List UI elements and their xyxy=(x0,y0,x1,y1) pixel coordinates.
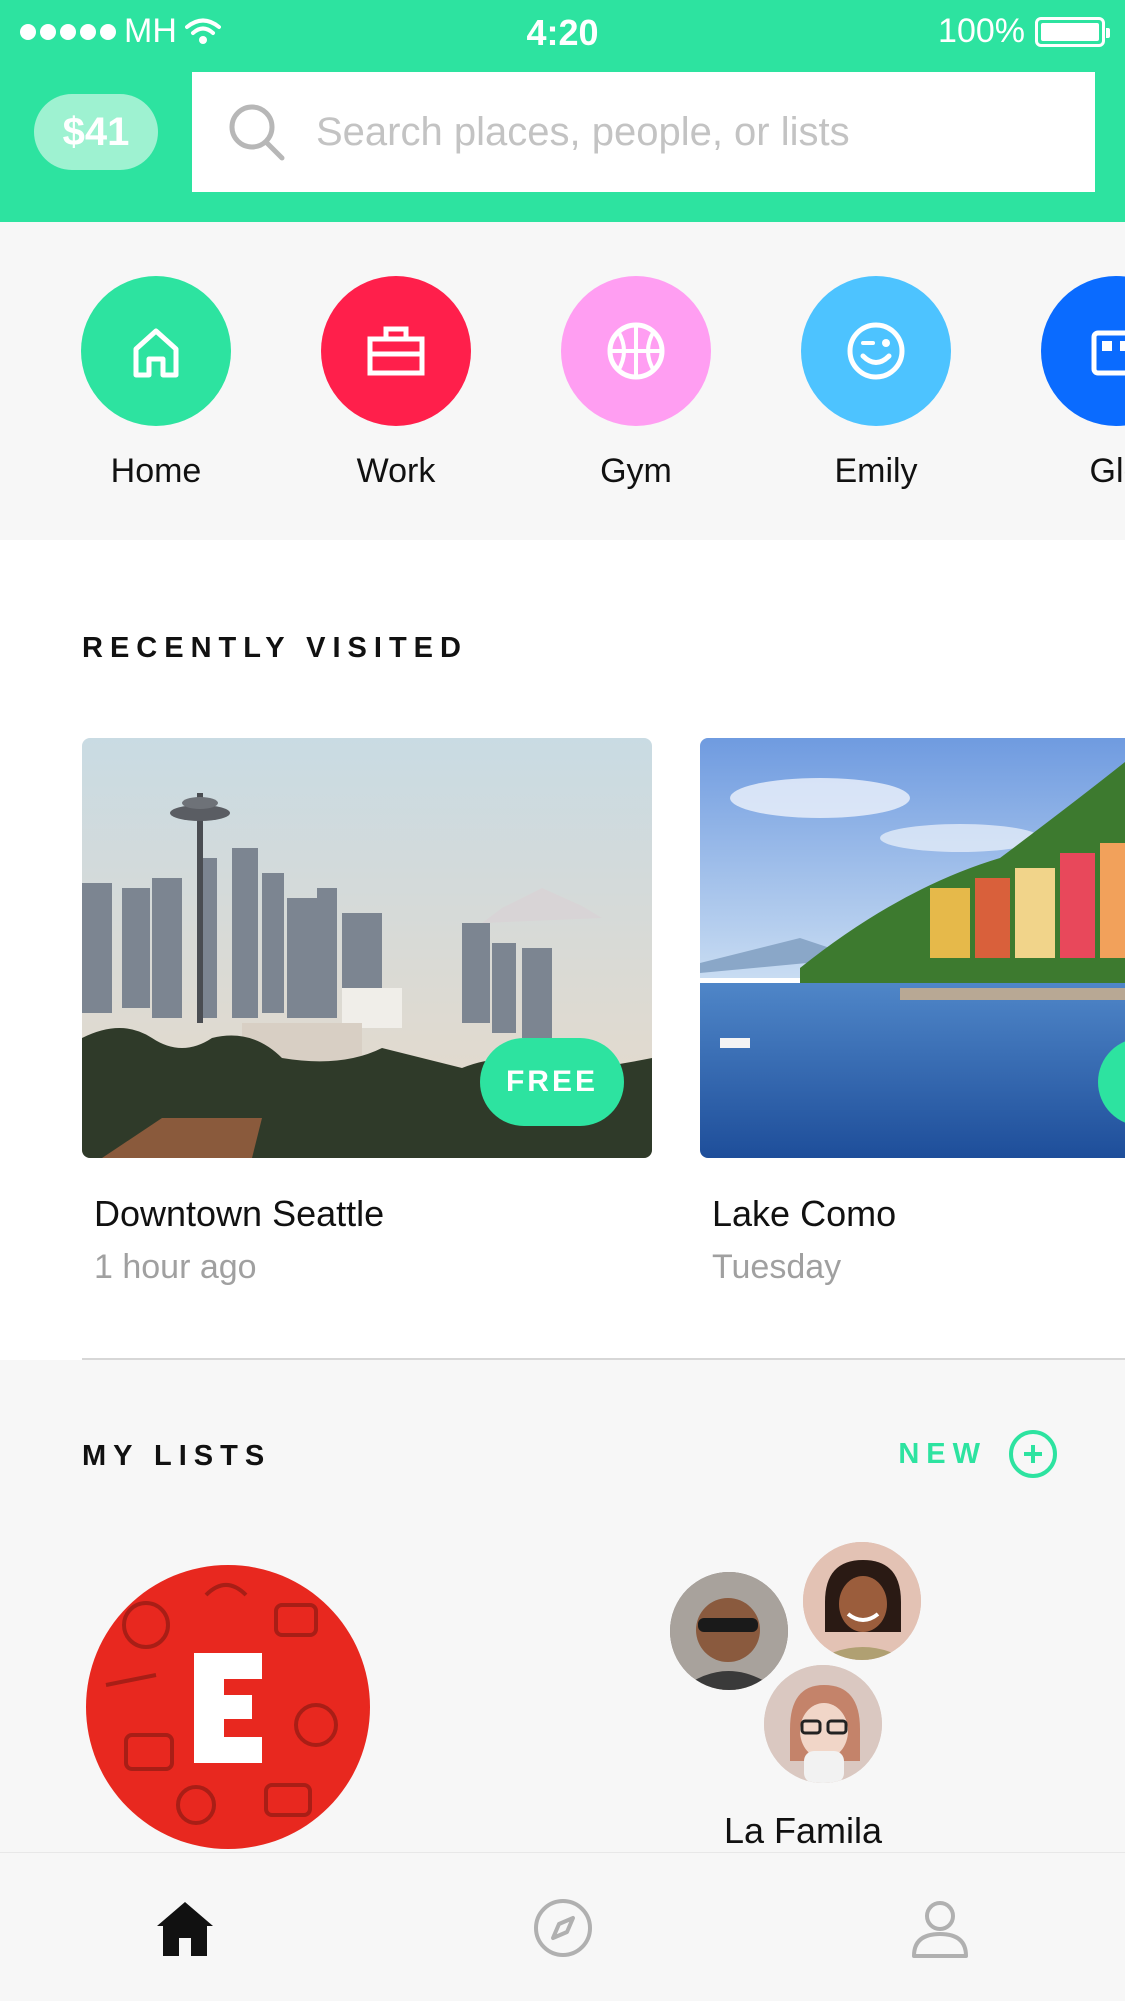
food-pattern-logo xyxy=(105,1583,338,1825)
tab-bar xyxy=(0,1852,1125,2001)
shortcut-label: Gym xyxy=(600,452,672,490)
briefcase-icon xyxy=(367,326,425,376)
shortcut-label: Home xyxy=(110,452,202,490)
shortcut-circle xyxy=(81,276,231,426)
tab-profile[interactable] xyxy=(905,1893,975,1963)
list-eater-logo[interactable] xyxy=(86,1565,370,1849)
recently-visited-section: RECENTLY VISITED FREE Downtown Seattle 1… xyxy=(0,540,1125,1360)
tab-home[interactable] xyxy=(150,1893,220,1963)
shortcut-circle xyxy=(561,276,711,426)
app-header: MH 4:20 100% $41 xyxy=(0,0,1125,222)
place-photo-lake-como xyxy=(700,738,1125,1158)
shortcut-label: Work xyxy=(356,452,436,490)
search-icon xyxy=(229,104,285,161)
visit-time: 1 hour ago xyxy=(94,1248,257,1286)
shortcut-circle xyxy=(801,276,951,426)
place-name: Lake Como xyxy=(712,1193,897,1234)
balance-badge[interactable]: $41 xyxy=(34,94,158,170)
avatar xyxy=(764,1665,882,1783)
shortcut-gle[interactable]: Gle xyxy=(1041,276,1125,491)
avatar xyxy=(803,1542,921,1660)
place-card[interactable]: Lake Como Tuesday xyxy=(700,738,1125,1286)
free-badge: FREE xyxy=(480,1038,624,1126)
new-list-button[interactable]: NEW xyxy=(898,1430,1057,1478)
my-lists-section: MY LISTS NEW La Famila xyxy=(0,1360,1125,1852)
shortcut-emily[interactable]: Emily xyxy=(801,276,951,491)
battery-icon xyxy=(1035,16,1110,47)
shortcut-work[interactable]: Work xyxy=(321,276,471,491)
shortcut-circle xyxy=(1041,276,1125,426)
lake-como-image xyxy=(700,738,1125,1158)
house-icon xyxy=(133,328,179,378)
list-name-la-famila[interactable]: La Famila xyxy=(724,1810,882,1852)
compass-icon xyxy=(534,1899,592,1957)
search-input[interactable] xyxy=(316,109,1076,155)
shortcut-gym[interactable]: Gym xyxy=(561,276,711,491)
search-bar[interactable] xyxy=(192,72,1095,192)
shortcut-label: Emily xyxy=(834,452,918,490)
visit-time: Tuesday xyxy=(712,1248,842,1286)
profile-icon xyxy=(912,1901,968,1958)
status-bar: MH 4:20 100% xyxy=(0,0,1125,64)
battery-status: 100% xyxy=(938,12,1110,51)
wink-face-icon xyxy=(847,322,905,380)
home-icon xyxy=(157,1902,213,1956)
shortcut-row: Home Work Gym Emily Gl xyxy=(0,222,1125,540)
tab-explore[interactable] xyxy=(528,1893,598,1963)
shortcut-circle xyxy=(321,276,471,426)
shortcut-label: Gle xyxy=(1089,452,1125,490)
plus-circle-icon xyxy=(1009,1430,1057,1478)
new-list-label: NEW xyxy=(898,1437,987,1470)
shortcut-home[interactable]: Home xyxy=(81,276,231,491)
place-photo-seattle: FREE xyxy=(82,738,652,1158)
basketball-icon xyxy=(607,322,665,380)
battery-percent: 100% xyxy=(938,12,1025,50)
recently-visited-title: RECENTLY VISITED xyxy=(82,632,468,664)
avatar xyxy=(670,1572,788,1690)
my-lists-title: MY LISTS xyxy=(82,1440,272,1472)
building-icon xyxy=(1091,330,1125,376)
place-card[interactable]: FREE Downtown Seattle 1 hour ago xyxy=(82,738,652,1286)
place-name: Downtown Seattle xyxy=(94,1193,385,1234)
